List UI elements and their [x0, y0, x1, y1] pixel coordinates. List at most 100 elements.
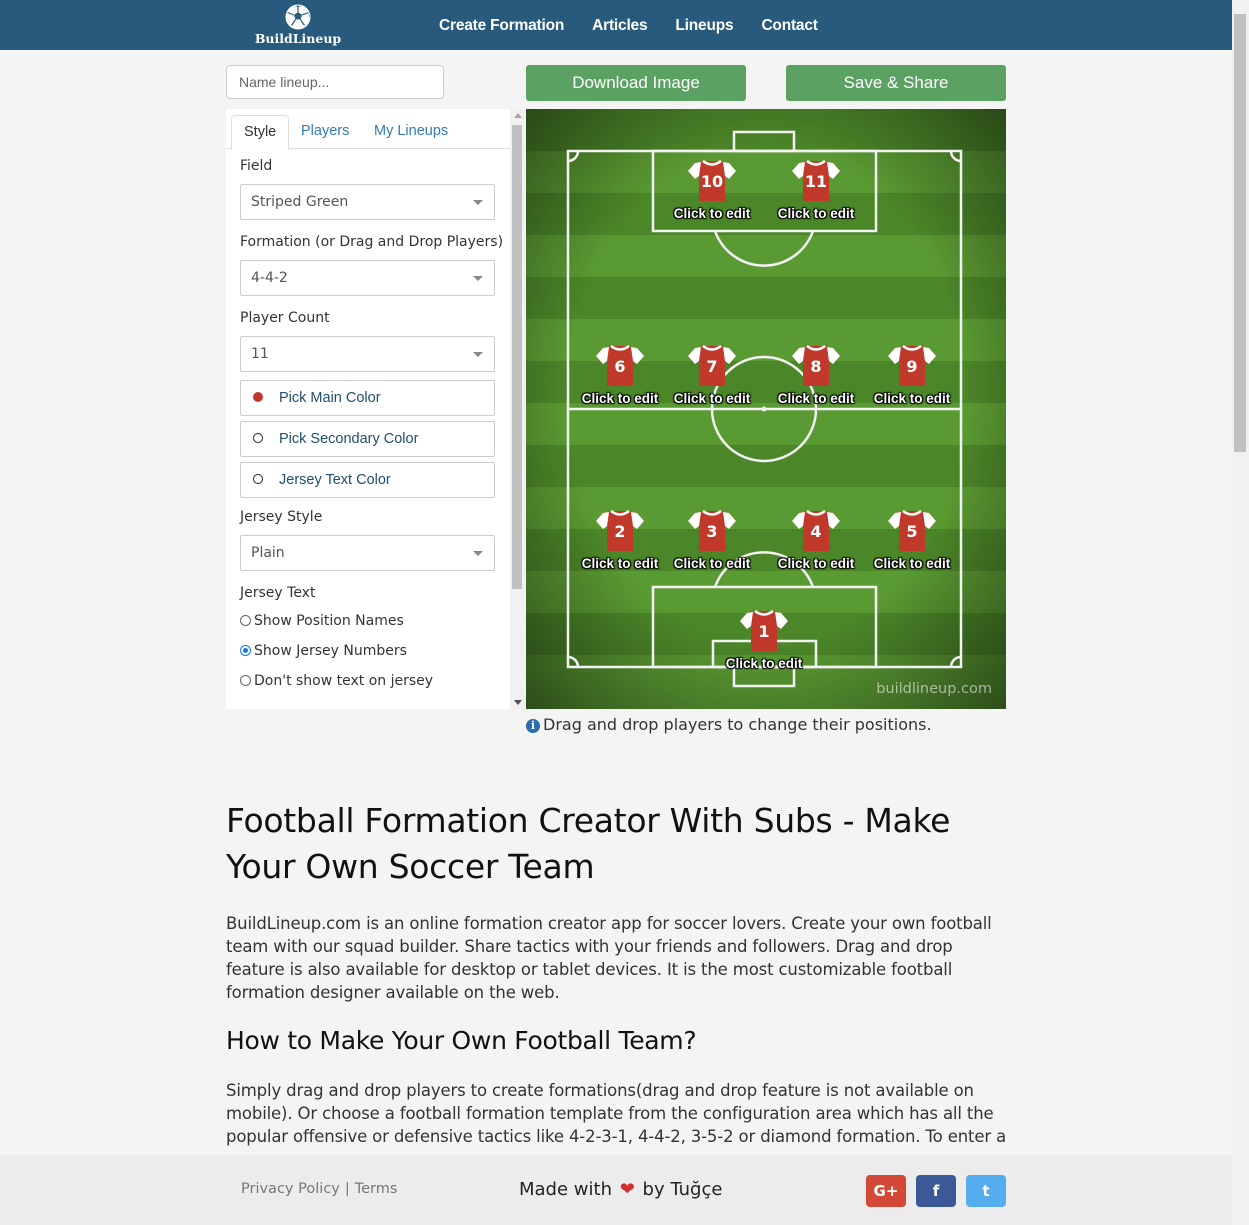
window-scrollbar-thumb[interactable] — [1234, 14, 1246, 452]
pitch-watermark: buildlineup.com — [876, 681, 992, 697]
field-select[interactable]: Striped Green — [240, 184, 495, 220]
window-scrollbar[interactable] — [1232, 0, 1249, 1225]
jersey-number: 4 — [810, 522, 822, 541]
click-to-edit-label: Click to edit — [777, 391, 855, 406]
main-color-label: Pick Main Color — [279, 390, 381, 406]
tab-my-lineups[interactable]: My Lineups — [362, 115, 460, 147]
chevron-down-icon — [473, 352, 483, 357]
click-to-edit-label: Click to edit — [777, 556, 855, 571]
player-7[interactable]: 7 Click to edit — [657, 344, 767, 414]
soccer-ball-icon — [285, 4, 311, 30]
nav-lineups[interactable]: Lineups — [661, 0, 747, 50]
config-tabs: Style Players My Lineups — [226, 109, 510, 150]
jersey-number: 7 — [706, 357, 718, 376]
tab-style[interactable]: Style — [231, 115, 290, 150]
radio-label: Show Jersey Numbers — [254, 643, 407, 659]
article-intro: BuildLineup.com is an online formation c… — [226, 914, 992, 1002]
click-to-edit-label: Click to edit — [673, 391, 751, 406]
google-plus-icon[interactable]: G+ — [866, 1175, 906, 1207]
main-color-swatch — [253, 392, 263, 402]
chevron-down-icon — [473, 551, 483, 556]
config-panel: Style Players My Lineups Field Striped G… — [226, 109, 510, 709]
jersey-text-label: Jersey Text — [240, 585, 316, 601]
player-count-label: Player Count — [240, 310, 330, 326]
secondary-color-swatch — [253, 433, 263, 443]
drag-hint-text: Drag and drop players to change their po… — [543, 715, 932, 734]
top-navbar: BuildLineup Create Formation Articles Li… — [0, 0, 1232, 50]
panel-scrollbar[interactable] — [510, 109, 525, 709]
chevron-down-icon — [473, 276, 483, 281]
player-5[interactable]: 5 Click to edit — [857, 509, 967, 579]
secondary-color-label: Pick Secondary Color — [279, 431, 419, 447]
brand-logo[interactable]: BuildLineup — [250, 3, 346, 46]
terms-link[interactable]: Terms — [355, 1181, 398, 1197]
player-count-select[interactable]: 11 — [240, 336, 495, 372]
footer: Privacy Policy | Terms Made with ❤ by Tuğç… — [0, 1155, 1232, 1225]
field-label: Field — [240, 158, 273, 174]
radio-label: Don't show text on jersey — [254, 673, 434, 689]
radio-show-jersey-numbers[interactable]: Show Jersey Numbers — [240, 641, 407, 661]
jersey-number: 9 — [906, 357, 918, 376]
brand-name: BuildLineup — [254, 31, 342, 46]
jersey-number: 5 — [906, 522, 918, 541]
field-select-value: Striped Green — [251, 194, 349, 210]
tab-players[interactable]: Players — [289, 115, 361, 147]
formation-select[interactable]: 4-4-2 — [240, 260, 495, 296]
scroll-down-arrow-icon[interactable] — [514, 700, 522, 705]
article-title: Football Formation Creator With Subs - M… — [226, 801, 951, 886]
click-to-edit-label: Click to edit — [673, 206, 751, 221]
player-10[interactable]: 10 Click to edit — [657, 159, 767, 229]
privacy-policy-link[interactable]: Privacy Policy — [241, 1181, 340, 1197]
drag-hint: i Drag and drop players to change their p… — [526, 715, 932, 734]
nav-articles[interactable]: Articles — [578, 0, 661, 50]
jersey-number: 11 — [804, 172, 828, 191]
formation-select-value: 4-4-2 — [251, 270, 288, 286]
made-with-suffix: by Tuğçe — [642, 1179, 723, 1200]
footer-separator: | — [344, 1181, 350, 1197]
made-with-credit: Made with ❤ by Tuğçe — [519, 1179, 722, 1200]
radio-show-position-names[interactable]: Show Position Names — [240, 611, 404, 631]
radio-button[interactable] — [240, 675, 251, 686]
click-to-edit-label: Click to edit — [777, 206, 855, 221]
secondary-color-button[interactable]: Pick Secondary Color — [240, 421, 495, 457]
jersey-style-value: Plain — [251, 545, 285, 561]
nav-contact[interactable]: Contact — [747, 0, 831, 50]
player-count-value: 11 — [251, 346, 269, 362]
footer-links: Privacy Policy | Terms — [241, 1181, 397, 1197]
main-nav: Create Formation Articles Lineups Contac… — [425, 0, 832, 50]
click-to-edit-label: Click to edit — [873, 556, 951, 571]
text-color-swatch — [253, 474, 263, 484]
player-3[interactable]: 3 Click to edit — [657, 509, 767, 579]
scroll-up-arrow-icon[interactable] — [514, 113, 522, 118]
lineup-name-input[interactable] — [226, 65, 444, 99]
player-11[interactable]: 11 Click to edit — [761, 159, 871, 229]
click-to-edit-label: Click to edit — [725, 656, 803, 671]
panel-scrollbar-thumb[interactable] — [512, 125, 522, 589]
pitch: 1 Click to edit 2 Click to edit 3 Click to ed… — [526, 109, 1006, 709]
how-to-text: Simply drag and drop players to create f… — [226, 1081, 1007, 1146]
jersey-number: 3 — [706, 522, 718, 541]
radio-no-text[interactable]: Don't show text on jersey — [240, 671, 433, 691]
click-to-edit-label: Click to edit — [873, 391, 951, 406]
how-to-title: How to Make Your Own Football Team? — [226, 1026, 697, 1055]
heart-icon: ❤ — [619, 1179, 635, 1200]
main-color-button[interactable]: Pick Main Color — [240, 380, 495, 416]
save-share-button[interactable]: Save & Share — [786, 65, 1006, 101]
radio-label: Show Position Names — [254, 613, 404, 629]
text-color-button[interactable]: Jersey Text Color — [240, 462, 495, 498]
chevron-down-icon — [473, 200, 483, 205]
text-color-label: Jersey Text Color — [279, 472, 391, 488]
twitter-icon[interactable]: t — [966, 1175, 1006, 1207]
nav-create-formation[interactable]: Create Formation — [425, 0, 578, 50]
radio-button[interactable] — [240, 615, 251, 626]
download-image-button[interactable]: Download Image — [526, 65, 746, 101]
click-to-edit-label: Click to edit — [673, 556, 751, 571]
jersey-style-select[interactable]: Plain — [240, 535, 495, 571]
player-1[interactable]: 1 Click to edit — [709, 609, 819, 679]
radio-button-checked[interactable] — [240, 645, 251, 656]
jersey-style-label: Jersey Style — [240, 509, 323, 525]
player-8[interactable]: 8 Click to edit — [761, 344, 871, 414]
player-4[interactable]: 4 Click to edit — [761, 509, 871, 579]
facebook-icon[interactable]: f — [916, 1175, 956, 1207]
player-9[interactable]: 9 Click to edit — [857, 344, 967, 414]
